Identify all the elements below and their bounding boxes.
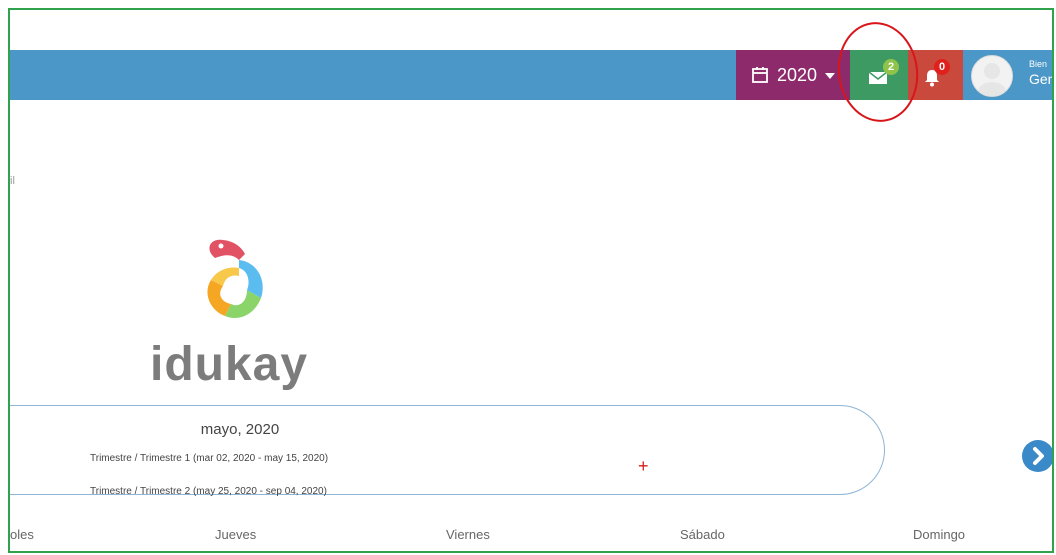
weekday-header: Jueves [215, 527, 257, 542]
breadcrumb: il [10, 175, 15, 187]
user-menu[interactable]: Bien Gen [963, 50, 1054, 100]
year-selector-button[interactable]: 2020 [736, 50, 850, 100]
weekday-header: Viernes [446, 527, 490, 542]
user-silhouette-icon [978, 63, 1006, 96]
calendar-icon [752, 67, 768, 83]
month-label: mayo, 2020 [200, 421, 280, 438]
top-navbar: 2020 2 0 Bien Gen [10, 50, 1054, 100]
app-frame: 2020 2 0 Bien Gen il idukay mayo, 2020 T… [8, 8, 1054, 553]
period-panel [10, 405, 885, 495]
brand-name: idukay [150, 338, 309, 391]
notifications-button[interactable]: 0 [908, 50, 963, 100]
weekday-header: oles [10, 527, 34, 542]
messages-count-badge: 2 [883, 59, 899, 75]
user-name: Gen [1029, 71, 1054, 87]
weekday-header: Domingo [913, 527, 966, 542]
messages-button[interactable]: 2 [850, 50, 908, 100]
chevron-right-icon [1033, 447, 1044, 465]
chevron-down-icon [825, 73, 836, 79]
year-label: 2020 [776, 64, 818, 85]
user-greeting: Bien [1029, 59, 1048, 69]
add-event-button[interactable]: + [638, 457, 649, 475]
period-item[interactable]: Trimestre / Trimestre 1 (mar 02, 2020 - … [90, 453, 328, 464]
next-month-button[interactable] [1022, 440, 1052, 472]
avatar [971, 55, 1013, 97]
notifications-count-badge: 0 [934, 59, 950, 75]
weekday-header: Sábado [680, 527, 725, 542]
idukay-logo-icon [207, 239, 263, 318]
period-item[interactable]: Trimestre / Trimestre 2 (may 25, 2020 - … [90, 486, 327, 497]
